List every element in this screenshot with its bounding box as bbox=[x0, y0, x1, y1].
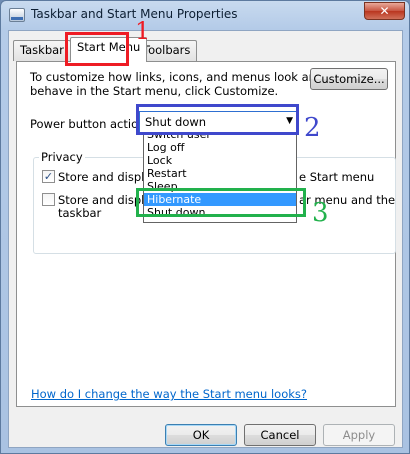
cancel-button[interactable]: Cancel bbox=[244, 424, 316, 446]
dialog-client-area: Taskbar Start Menu Toolbars To customize… bbox=[8, 30, 403, 448]
close-button[interactable]: ✕ bbox=[364, 2, 405, 20]
properties-window: Taskbar and Start Menu Properties ✕ Task… bbox=[0, 0, 410, 454]
help-link[interactable]: How do I change the way the Start menu l… bbox=[31, 387, 307, 401]
annotation-label-2: 2 bbox=[304, 113, 321, 143]
privacy-item-1-label-end: e Start menu bbox=[299, 170, 375, 184]
privacy-checkbox-recent-items[interactable] bbox=[42, 193, 55, 206]
power-button-action-label: Power button action: bbox=[30, 117, 150, 131]
option-restart[interactable]: Restart bbox=[144, 167, 296, 180]
tab-taskbar[interactable]: Taskbar bbox=[13, 40, 71, 61]
title-bar[interactable]: Taskbar and Start Menu Properties ✕ bbox=[1, 1, 409, 29]
ok-button[interactable]: OK bbox=[165, 424, 237, 446]
intro-text-line-2: behave in the Start menu, click Customiz… bbox=[30, 84, 279, 98]
annotation-box-3 bbox=[136, 188, 306, 217]
annotation-box-1 bbox=[65, 32, 129, 66]
annotation-box-2 bbox=[136, 104, 299, 135]
option-log-off[interactable]: Log off bbox=[144, 141, 296, 154]
option-lock[interactable]: Lock bbox=[144, 154, 296, 167]
taskbar-app-icon bbox=[9, 8, 25, 22]
privacy-checkbox-recent-programs[interactable]: ✓ bbox=[42, 170, 55, 183]
privacy-group-label: Privacy bbox=[39, 150, 85, 164]
privacy-item-2-label-line2: taskbar bbox=[58, 206, 102, 220]
annotation-label-1: 1 bbox=[135, 17, 151, 45]
customize-button[interactable]: Customize... bbox=[310, 68, 388, 90]
apply-button[interactable]: Apply bbox=[323, 424, 395, 446]
annotation-label-3: 3 bbox=[312, 198, 329, 228]
intro-text-line-1: To customize how links, icons, and menus… bbox=[30, 70, 324, 84]
